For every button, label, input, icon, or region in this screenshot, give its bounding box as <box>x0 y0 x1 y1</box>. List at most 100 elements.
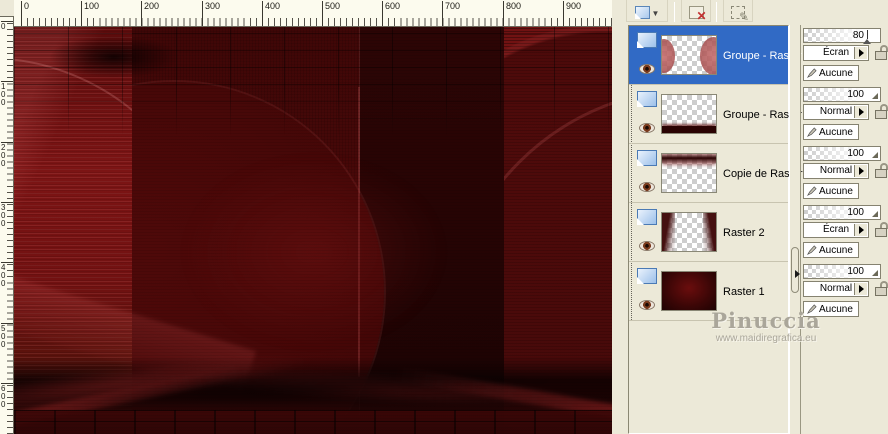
layer-row-raster-2[interactable]: Raster 2 <box>629 203 788 262</box>
layers-list: Groupe - Raster 3 Groupe - Raster 2 Copi… <box>628 25 812 434</box>
ruler-label: 300 <box>1 202 13 228</box>
link-group-button[interactable]: Aucune <box>803 124 859 140</box>
layer-row-copie-de-raster-2[interactable]: Copie de Raster 2 <box>629 144 812 203</box>
dropdown-arrow-button[interactable] <box>854 224 867 236</box>
lock-body <box>875 110 887 119</box>
image-canvas[interactable] <box>14 27 612 434</box>
opacity-slider[interactable]: 100 <box>803 264 881 279</box>
delete-layer-icon: ✕ <box>688 6 707 22</box>
right-arrow-icon <box>858 108 864 116</box>
thumb-shape <box>662 213 675 251</box>
ruler-label: 400 <box>1 262 13 288</box>
lock-icon[interactable] <box>873 45 888 61</box>
splitter-arrow-icon[interactable] <box>795 270 800 278</box>
link-value: Aucune <box>819 244 853 256</box>
horizontal-ruler-ticks <box>21 18 612 26</box>
ruler-label: 900 <box>563 1 581 26</box>
layer-controls-copie-de-raster-2: 100 Normal Aucune <box>801 144 888 202</box>
opacity-value: 100 <box>847 266 864 277</box>
opacity-slider-handle[interactable] <box>863 30 871 44</box>
opacity-value: 100 <box>847 207 864 218</box>
right-arrow-icon <box>858 167 864 175</box>
visibility-eye-icon[interactable] <box>639 64 655 74</box>
canvas-art-scanlines <box>14 27 612 434</box>
opacity-slider-handle[interactable] <box>872 152 878 158</box>
link-group-button[interactable]: Aucune <box>803 65 859 81</box>
edit-selection-icon: ✎ <box>731 6 749 23</box>
link-value: Aucune <box>819 126 853 138</box>
ruler-label: 300 <box>202 1 220 26</box>
right-arrow-icon <box>858 285 864 293</box>
ruler-label: 600 <box>1 383 13 409</box>
opacity-slider[interactable]: 80 <box>803 28 881 44</box>
blend-mode-value: Normal <box>819 106 853 117</box>
palette-splitter[interactable] <box>789 25 801 434</box>
lock-body <box>875 51 887 60</box>
blend-mode-dropdown[interactable]: Écran <box>803 45 869 61</box>
opacity-slider-handle[interactable] <box>872 270 878 276</box>
lock-icon[interactable] <box>873 281 888 297</box>
new-layer-button[interactable]: ▼ <box>626 0 668 22</box>
visibility-eye-icon[interactable] <box>639 300 655 310</box>
opacity-value: 100 <box>847 89 864 100</box>
layer-type-icon <box>637 209 657 225</box>
ruler-label: 100 <box>81 1 99 26</box>
layer-thumbnail <box>661 35 717 75</box>
vertical-ruler: 0 100 200 300 400 500 600 <box>0 16 14 434</box>
opacity-slider[interactable]: 100 <box>803 87 881 102</box>
delete-layer-button[interactable]: ✕ <box>681 0 711 22</box>
ruler-label: 400 <box>262 1 280 26</box>
ruler-label: 500 <box>1 323 13 349</box>
lock-body <box>875 169 887 178</box>
link-group-button[interactable]: Aucune <box>803 242 859 258</box>
blend-mode-dropdown[interactable]: Normal <box>803 281 869 297</box>
dropdown-arrow-button[interactable] <box>854 47 867 59</box>
layer-name: Raster 1 <box>723 286 765 298</box>
blend-mode-dropdown[interactable]: Normal <box>803 163 869 179</box>
link-group-button[interactable]: Aucune <box>803 301 859 317</box>
layer-row-groupe-raster-3[interactable]: Groupe - Raster 3 <box>629 26 811 85</box>
link-value: Aucune <box>819 185 853 197</box>
visibility-eye-icon[interactable] <box>639 123 655 133</box>
dropdown-arrow-button[interactable] <box>854 106 867 118</box>
link-group-button[interactable]: Aucune <box>803 183 859 199</box>
ruler-label: 200 <box>141 1 159 26</box>
blend-mode-dropdown[interactable]: Écran <box>803 222 869 238</box>
layers-palette: ▼ ✕ ✎ Groupe - Raster 3 Groupe - Raster … <box>612 0 888 434</box>
thumb-shape <box>662 154 716 163</box>
lock-icon[interactable] <box>873 104 888 120</box>
layer-type-icon <box>637 268 657 284</box>
lock-body <box>875 228 887 237</box>
layer-row-groupe-raster-2[interactable]: Groupe - Raster 2 <box>629 85 811 144</box>
visibility-eye-icon[interactable] <box>639 182 655 192</box>
thumb-shape <box>662 126 716 133</box>
layer-thumbnail <box>661 153 717 193</box>
dropdown-arrow-button[interactable] <box>854 283 867 295</box>
lock-icon[interactable] <box>873 222 888 238</box>
blend-mode-dropdown[interactable]: Normal <box>803 104 869 120</box>
link-value: Aucune <box>819 67 853 79</box>
ruler-label: 500 <box>322 1 340 26</box>
opacity-value: 100 <box>847 148 864 159</box>
edit-selection-button[interactable]: ✎ <box>723 0 753 23</box>
layer-thumbnail <box>661 271 717 311</box>
layer-controls-groupe-raster-2: 100 Normal Aucune <box>801 85 888 143</box>
blend-mode-value: Écran <box>822 224 850 235</box>
brush-icon <box>806 185 817 196</box>
opacity-slider-handle[interactable] <box>872 211 878 217</box>
right-arrow-icon <box>858 49 864 57</box>
dropdown-arrow-button[interactable] <box>854 165 867 177</box>
blend-mode-value: Normal <box>819 283 853 294</box>
new-layer-icon <box>634 6 650 19</box>
layer-type-icon <box>637 150 657 166</box>
layer-type-icon <box>637 91 657 107</box>
opacity-slider[interactable]: 100 <box>803 146 881 161</box>
ruler-label: 700 <box>442 1 460 26</box>
blend-mode-value: Écran <box>822 47 850 58</box>
opacity-slider-handle[interactable] <box>872 93 878 99</box>
visibility-eye-icon[interactable] <box>639 241 655 251</box>
lock-icon[interactable] <box>873 163 888 179</box>
toolbar-separator <box>716 2 717 22</box>
opacity-slider[interactable]: 100 <box>803 205 881 220</box>
layer-row-raster-1[interactable]: Raster 1 <box>629 262 788 321</box>
